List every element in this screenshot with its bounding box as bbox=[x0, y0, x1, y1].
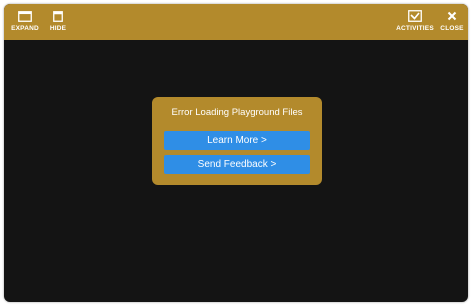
close-label: CLOSE bbox=[440, 25, 464, 32]
hide-label: HIDE bbox=[49, 25, 67, 32]
activities-button[interactable]: ACTIVITIES bbox=[394, 4, 436, 40]
expand-label: EXPAND bbox=[11, 25, 39, 32]
window-expand-icon bbox=[18, 10, 32, 22]
learn-more-button[interactable]: Learn More > bbox=[164, 131, 310, 150]
expand-button[interactable]: EXPAND bbox=[10, 4, 40, 40]
dialog-title: Error Loading Playground Files bbox=[171, 107, 303, 118]
close-icon bbox=[447, 10, 457, 22]
toolbar: EXPAND HIDE ACTIVITIES CLOSE bbox=[4, 4, 468, 40]
app-window: EXPAND HIDE ACTIVITIES CLOSE Error Loadi… bbox=[4, 4, 468, 302]
close-button[interactable]: CLOSE bbox=[440, 4, 464, 40]
checkbox-activities-icon bbox=[408, 10, 422, 22]
error-dialog: Error Loading Playground Files Learn Mor… bbox=[152, 97, 322, 185]
activities-label: ACTIVITIES bbox=[396, 25, 434, 32]
window-hide-icon bbox=[53, 10, 63, 22]
hide-button[interactable]: HIDE bbox=[44, 4, 72, 40]
send-feedback-button[interactable]: Send Feedback > bbox=[164, 155, 310, 174]
